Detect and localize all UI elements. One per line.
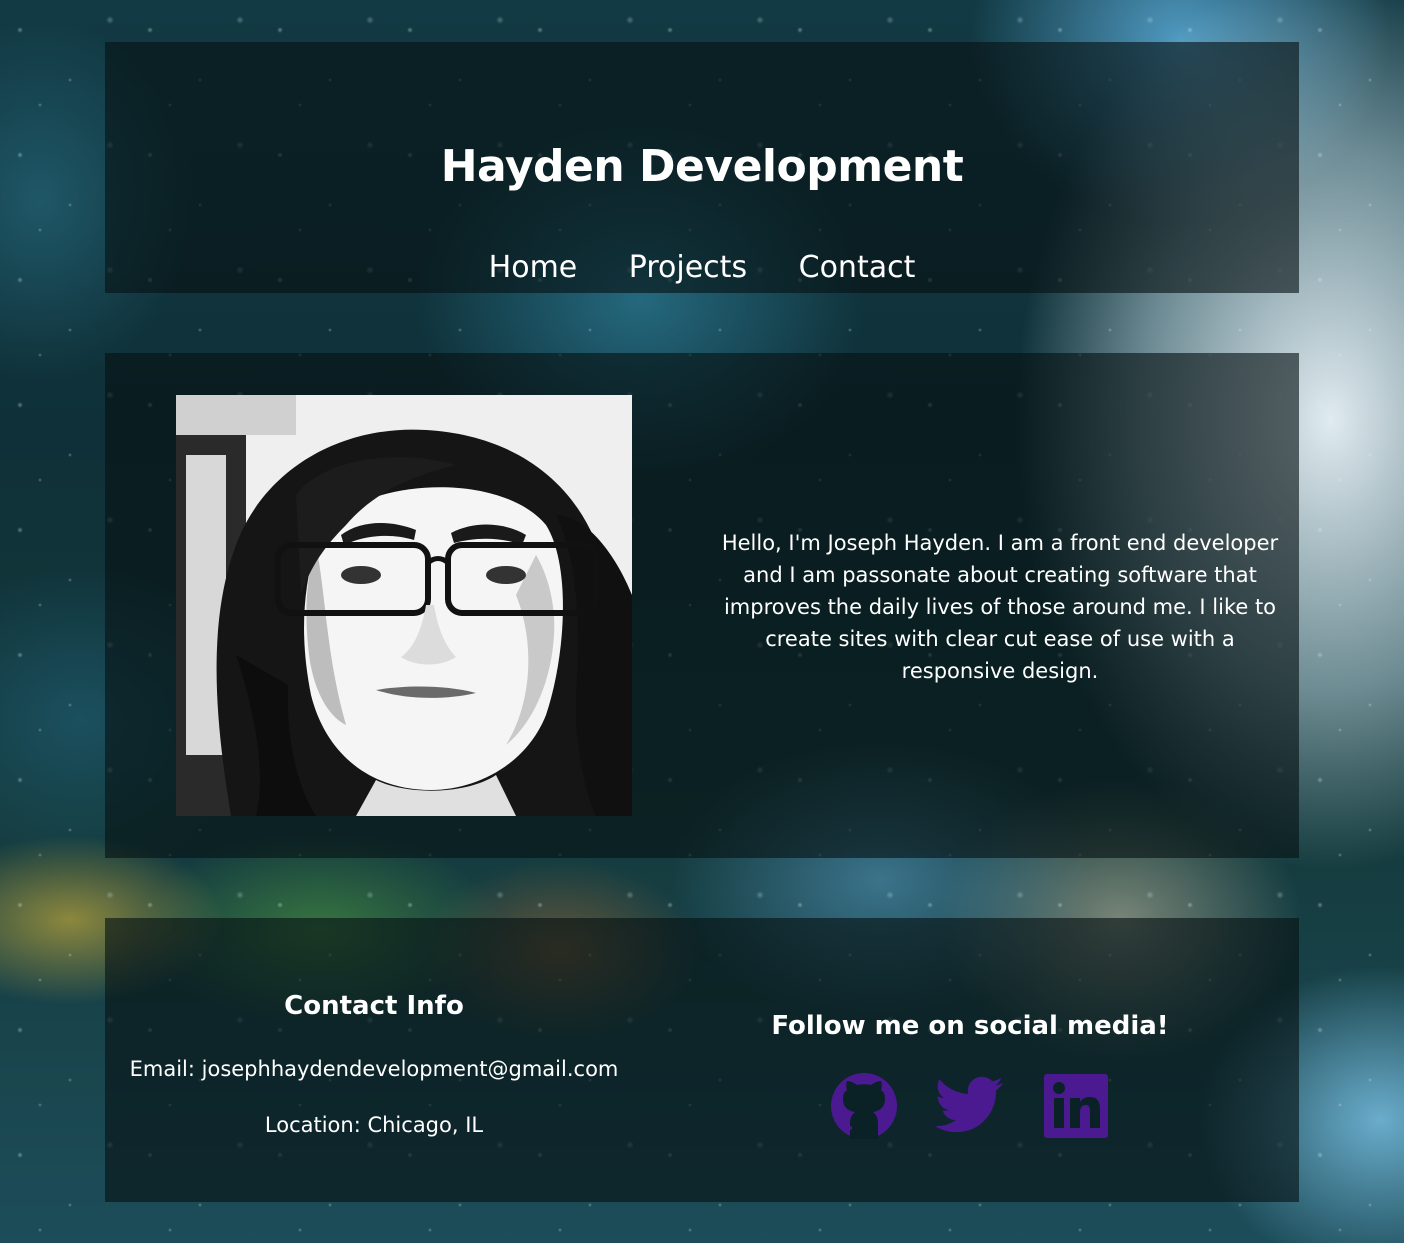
site-header: Hayden Development Home Projects Contact xyxy=(105,42,1299,293)
bio-text: Hello, I'm Joseph Hayden. I am a front e… xyxy=(721,531,1279,683)
nav-projects-link[interactable]: Projects xyxy=(629,246,747,290)
nav-home-link[interactable]: Home xyxy=(489,246,578,290)
social-heading: Follow me on social media! xyxy=(771,1011,1169,1041)
location-text: Location: Chicago, IL xyxy=(264,1113,484,1137)
github-icon[interactable] xyxy=(828,1070,900,1142)
email-text: Email: josephhaydendevelopment@gmail.com xyxy=(129,1057,619,1081)
twitter-icon[interactable] xyxy=(934,1070,1006,1142)
site-footer: Contact Info Email: josephhaydendevelopm… xyxy=(105,918,1299,1202)
linkedin-icon[interactable] xyxy=(1040,1070,1112,1142)
profile-photo xyxy=(176,395,632,816)
main-nav: Home Projects Contact xyxy=(105,246,1299,290)
about-section: Hello, I'm Joseph Hayden. I am a front e… xyxy=(105,353,1299,858)
contact-heading: Contact Info xyxy=(284,991,464,1021)
nav-contact-link[interactable]: Contact xyxy=(799,246,916,290)
portrait-illustration xyxy=(176,395,632,816)
social-icon-row xyxy=(745,1070,1195,1142)
site-title: Hayden Development xyxy=(440,141,964,192)
